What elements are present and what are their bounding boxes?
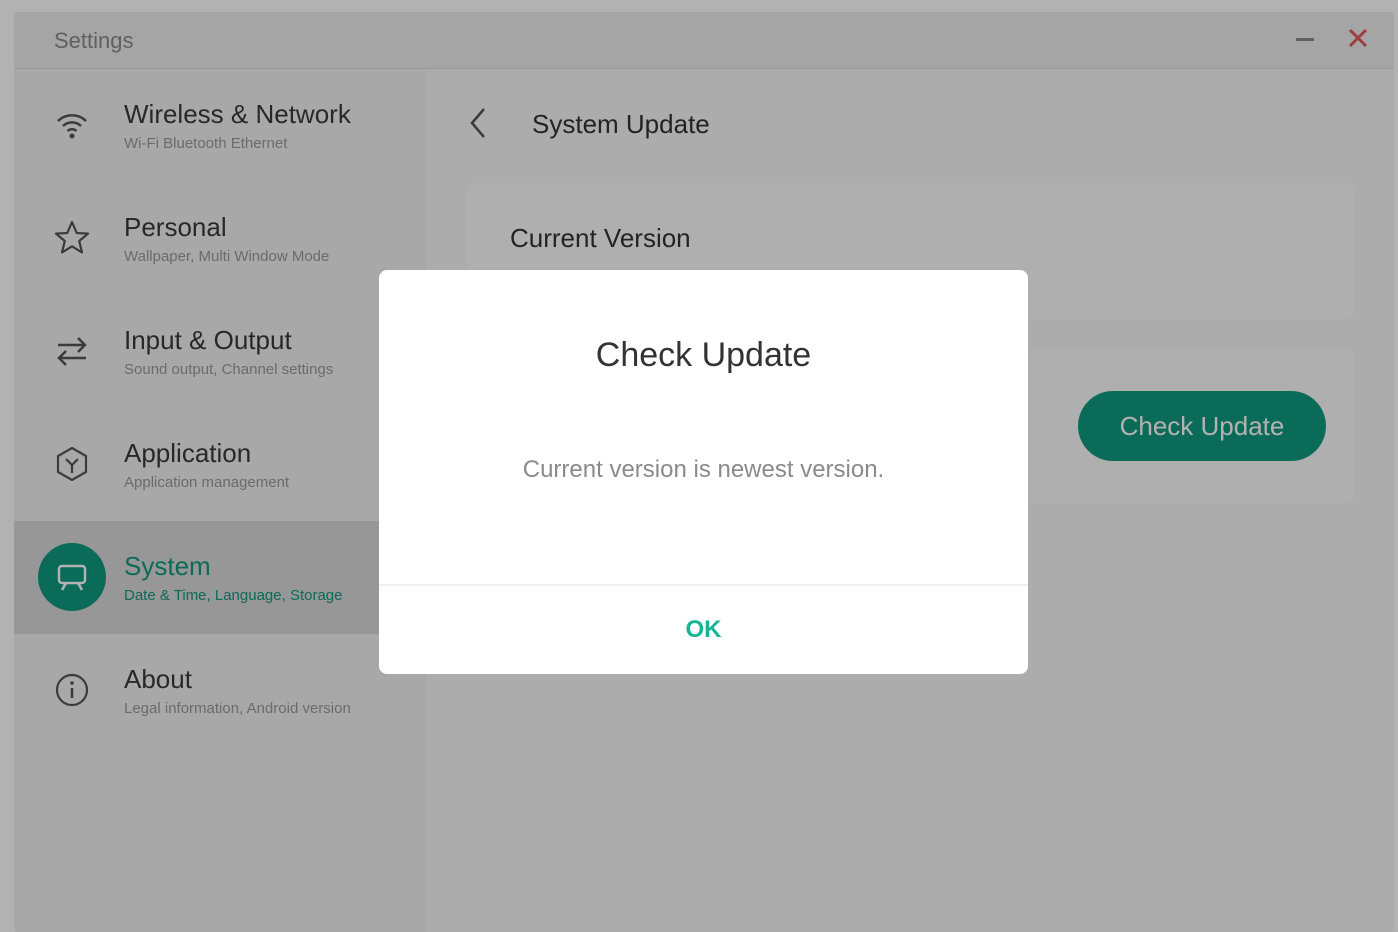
- ok-button[interactable]: OK: [379, 586, 1028, 674]
- dialog-title: Check Update: [595, 336, 812, 374]
- check-update-dialog: Check Update Current version is newest v…: [379, 270, 1028, 674]
- dialog-message: Current version is newest version.: [522, 456, 885, 483]
